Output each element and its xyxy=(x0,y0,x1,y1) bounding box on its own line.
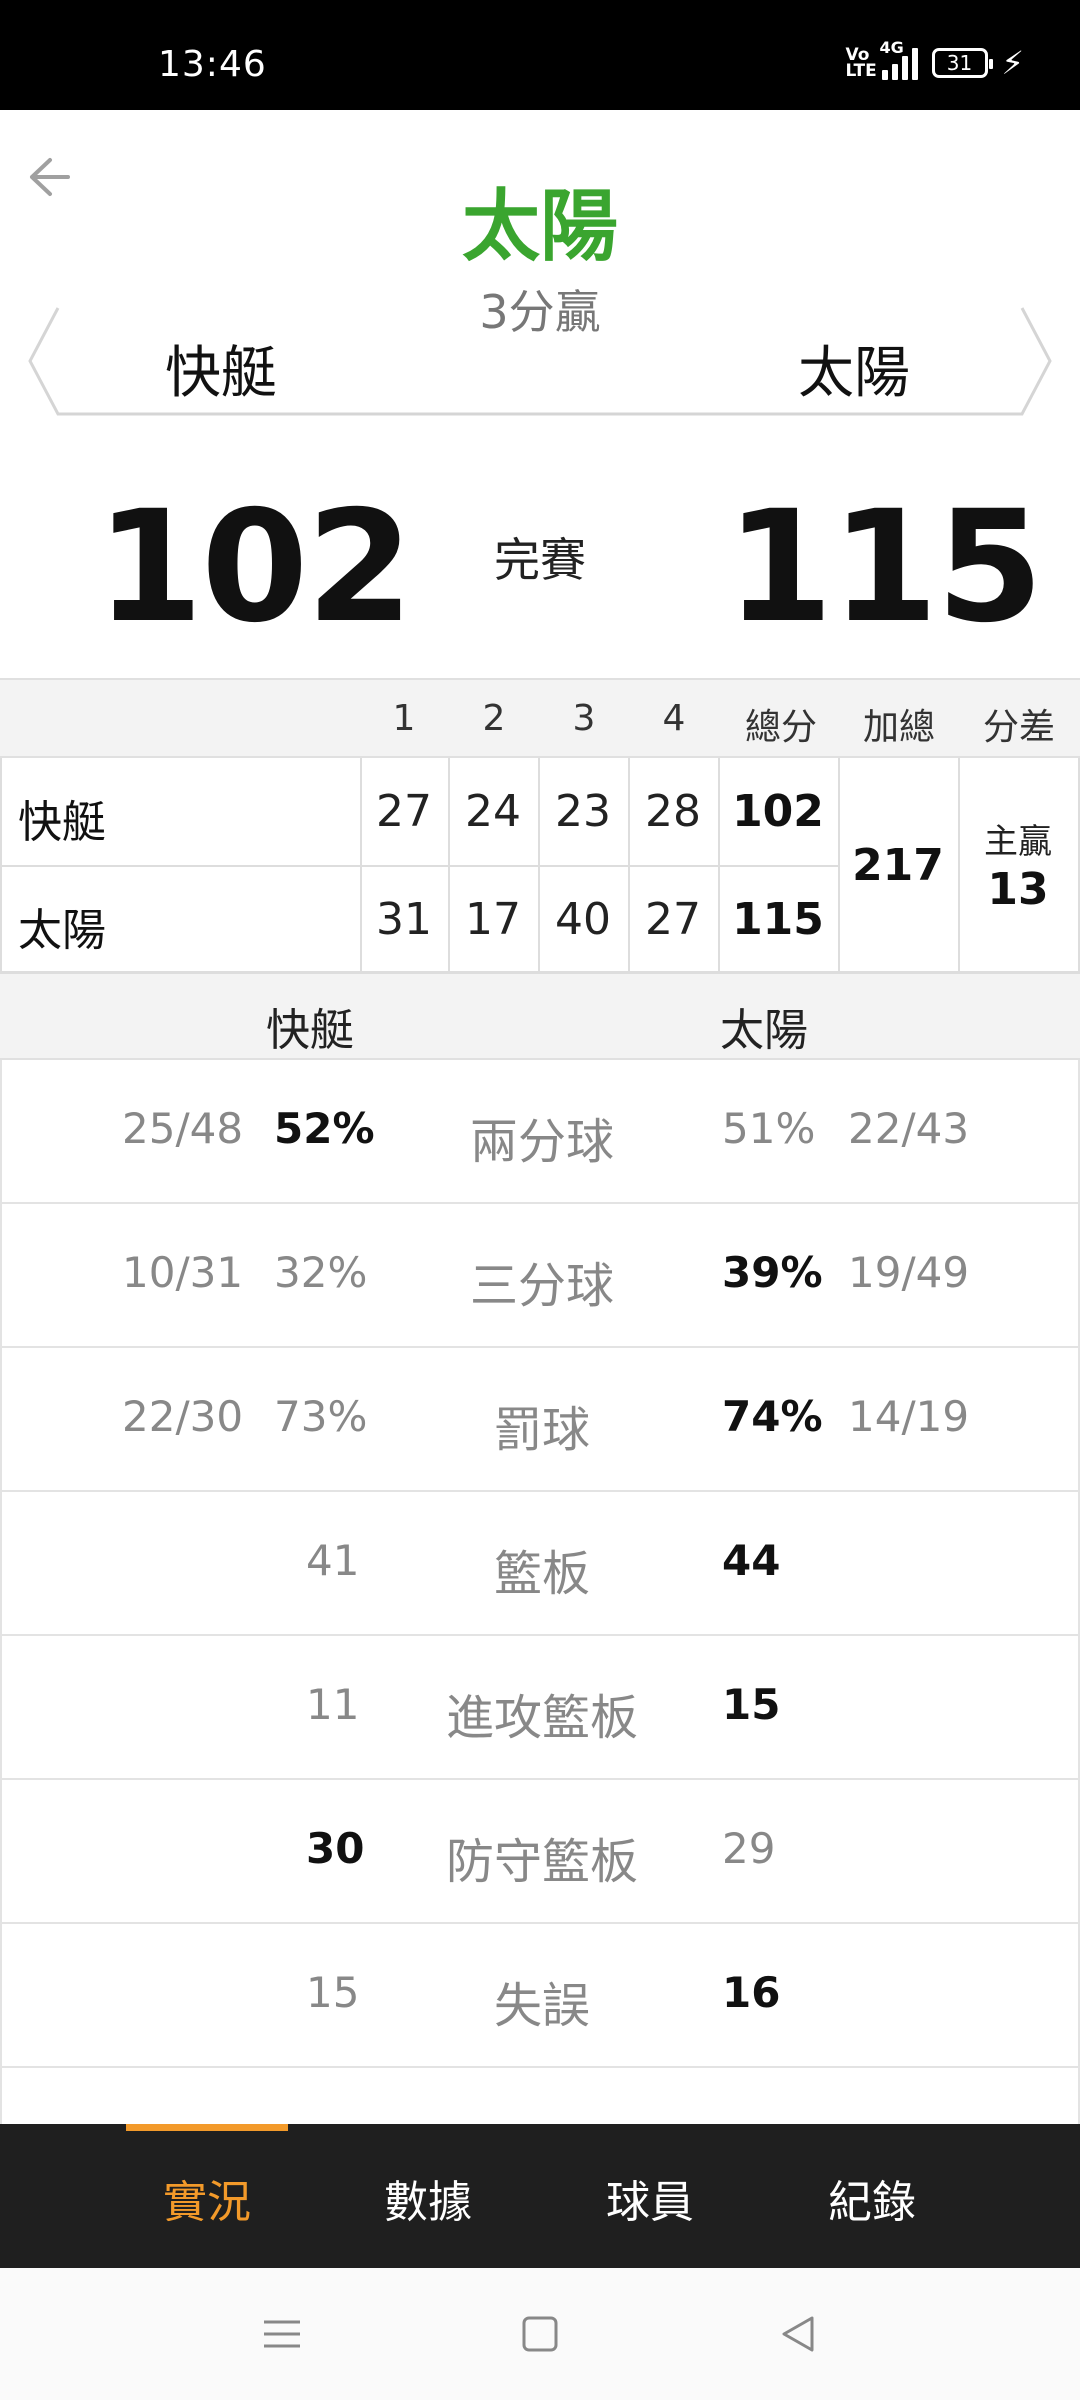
status-icons: Vo LTE 4G 31 ⚡ xyxy=(845,38,1024,82)
battery-level: 31 xyxy=(946,51,973,75)
stat-row-three-pointers: 10/31 32% 三分球 39% 19/49 xyxy=(0,1204,1080,1348)
stat-row-rebounds: 41 籃板 44 xyxy=(0,1492,1080,1636)
back-triangle-icon[interactable] xyxy=(776,2312,820,2356)
header-diff: 分差 xyxy=(982,707,1055,748)
tab-data[interactable]: 數據 xyxy=(318,2166,538,2230)
winner-team: 太陽 xyxy=(461,182,618,272)
table-team-away: 太陽 xyxy=(18,905,106,956)
table-team-home: 快艇 xyxy=(18,797,106,848)
home-team-name[interactable]: 快艇 xyxy=(165,328,277,409)
stat-row-turnovers: 15 失誤 16 xyxy=(0,1924,1080,2068)
status-bar: 13:46 Vo LTE 4G 31 ⚡ xyxy=(0,0,1080,110)
away-q2: 17 xyxy=(465,894,521,945)
stats-home-label: 快艇 xyxy=(266,1005,354,1056)
network-type: 4G xyxy=(879,38,904,57)
away-value: 15 xyxy=(722,1680,781,1729)
header-q2: 2 xyxy=(482,698,506,739)
header-q3: 3 xyxy=(572,698,596,739)
stat-row-two-pointers: 25/48 52% 兩分球 51% 22/43 xyxy=(0,1060,1080,1204)
header-q4: 4 xyxy=(662,698,686,739)
stat-label: 進攻籃板 xyxy=(445,1690,638,1746)
stats-header: 快艇 太陽 xyxy=(0,974,1080,1060)
stats-away-label: 太陽 xyxy=(720,1005,808,1056)
home-square-icon[interactable] xyxy=(518,2312,562,2356)
charging-icon: ⚡ xyxy=(1001,44,1024,82)
away-team-name[interactable]: 太陽 xyxy=(798,328,910,409)
menu-icon[interactable] xyxy=(260,2312,304,2356)
stat-label: 防守籃板 xyxy=(445,1834,638,1890)
away-made: 14/19 xyxy=(848,1392,970,1441)
header-total: 總分 xyxy=(744,707,817,748)
away-pct: 39% xyxy=(722,1248,823,1297)
signal-icon: 4G xyxy=(880,38,918,80)
stat-row-free-throws: 22/30 73% 罰球 74% 14/19 xyxy=(0,1348,1080,1492)
stat-row-partial xyxy=(0,2068,1080,2128)
bottom-tab-bar: 實況 數據 球員 紀錄 xyxy=(0,2124,1080,2268)
stat-label: 失誤 xyxy=(493,1978,590,2034)
away-made: 19/49 xyxy=(848,1248,970,1297)
home-q4: 28 xyxy=(645,786,701,837)
stat-row-defensive-rebounds: 30 防守籃板 29 xyxy=(0,1780,1080,1924)
away-value: 44 xyxy=(722,1536,781,1585)
active-tab-indicator xyxy=(126,2124,288,2131)
away-total: 115 xyxy=(732,894,824,945)
away-value: 29 xyxy=(722,1824,776,1873)
system-nav-bar xyxy=(0,2268,1080,2400)
away-made: 22/43 xyxy=(848,1104,970,1153)
tab-live[interactable]: 實況 xyxy=(97,2166,317,2230)
volte-icon: Vo LTE xyxy=(845,45,877,81)
home-q1: 27 xyxy=(376,786,432,837)
away-q1: 31 xyxy=(376,894,432,945)
away-score: 115 xyxy=(726,478,1043,657)
stat-row-offensive-rebounds: 11 進攻籃板 15 xyxy=(0,1636,1080,1780)
home-q2: 24 xyxy=(465,786,521,837)
tab-records[interactable]: 紀錄 xyxy=(762,2166,982,2230)
away-pct: 74% xyxy=(722,1392,823,1441)
stat-label: 籃板 xyxy=(493,1546,590,1602)
diff-value: 13 xyxy=(987,864,1049,915)
header-sum: 加總 xyxy=(862,707,935,748)
header-q1: 1 xyxy=(392,698,416,739)
away-pct: 51% xyxy=(722,1104,816,1153)
away-q4: 27 xyxy=(645,894,701,945)
home-q3: 23 xyxy=(555,786,611,837)
diff-label: 主贏 xyxy=(984,822,1052,862)
away-q3: 40 xyxy=(555,894,611,945)
home-total: 102 xyxy=(732,786,824,837)
tab-players[interactable]: 球員 xyxy=(540,2166,760,2230)
away-value: 16 xyxy=(722,1968,781,2017)
status-time: 13:46 xyxy=(158,44,267,85)
combined-total: 217 xyxy=(852,840,944,891)
battery-icon: 31 xyxy=(931,48,993,78)
